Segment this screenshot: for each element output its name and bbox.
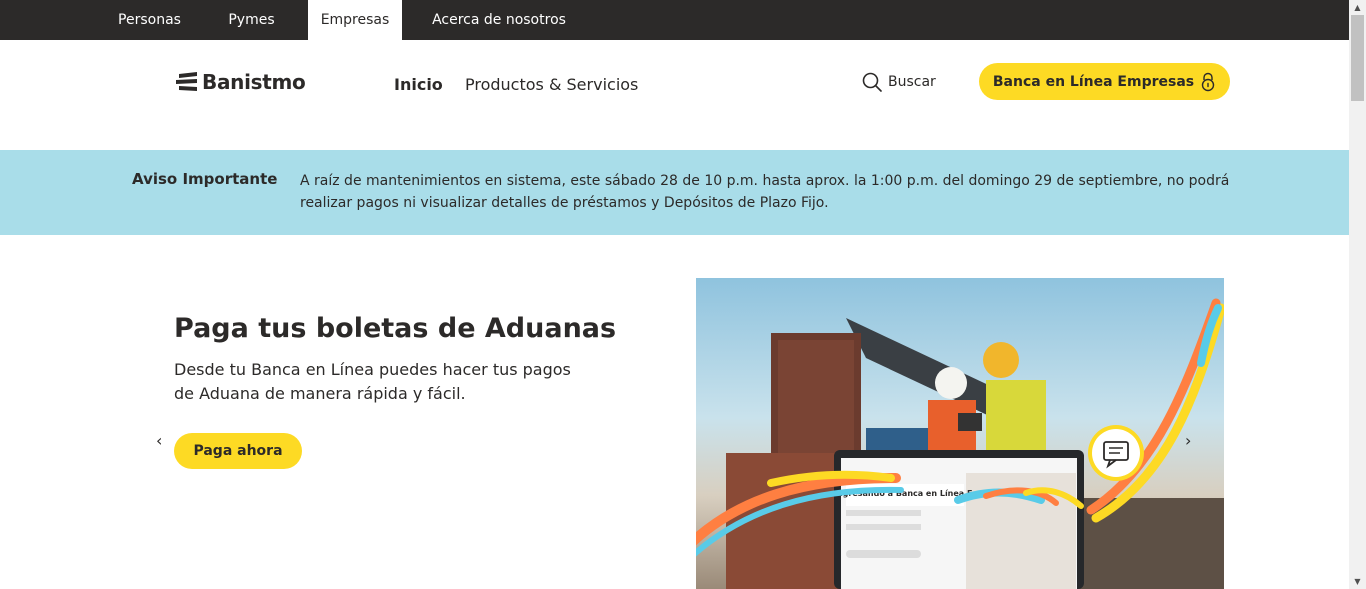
segment-empresas[interactable]: Empresas bbox=[308, 0, 402, 40]
lock-icon bbox=[1201, 72, 1215, 91]
banca-en-linea-empresas-button[interactable]: Banca en Línea Empresas bbox=[979, 63, 1230, 100]
important-notice-banner: Aviso Importante A raíz de mantenimiento… bbox=[0, 150, 1349, 235]
notice-text: A raíz de mantenimientos en sistema, est… bbox=[300, 173, 1230, 211]
segment-bar: Personas Pymes Empresas Acerca de nosotr… bbox=[0, 0, 1349, 40]
search-icon bbox=[862, 72, 882, 92]
scroll-down-icon[interactable]: ▼ bbox=[1349, 574, 1366, 589]
search-label: Buscar bbox=[888, 74, 936, 90]
logo-text: Banistmo bbox=[202, 70, 306, 94]
hero-illustration: Banistmo Ingresando a Banca en Línea Emp… bbox=[696, 298, 1224, 589]
segment-pymes[interactable]: Pymes bbox=[214, 0, 289, 40]
segment-acerca-de-nosotros[interactable]: Acerca de nosotros bbox=[421, 0, 577, 40]
page-scrollbar[interactable]: ▲ ▼ bbox=[1349, 0, 1366, 589]
banistmo-logo-mark-icon bbox=[176, 72, 197, 91]
banistmo-logo[interactable]: Banistmo bbox=[176, 70, 306, 94]
scroll-thumb[interactable] bbox=[1351, 15, 1364, 101]
hero-title: Paga tus boletas de Aduanas bbox=[174, 313, 617, 344]
hero-subtitle: Desde tu Banca en Línea puedes hacer tus… bbox=[174, 360, 571, 403]
paga-ahora-button[interactable]: Paga ahora bbox=[174, 433, 302, 469]
login-button-label: Banca en Línea Empresas bbox=[992, 73, 1195, 90]
search-button[interactable]: Buscar bbox=[862, 72, 936, 92]
segment-personas[interactable]: Personas bbox=[104, 0, 195, 40]
scroll-up-icon[interactable]: ▲ bbox=[1349, 0, 1366, 15]
main-header: Banistmo Inicio Productos & Servicios Bu… bbox=[0, 40, 1349, 150]
hero-image: Banistmo Ingresando a Banca en Línea Emp… bbox=[696, 278, 1224, 589]
carousel-prev-arrow[interactable]: ‹ bbox=[156, 431, 162, 450]
notice-title: Aviso Importante bbox=[132, 170, 278, 188]
nav-inicio[interactable]: Inicio bbox=[394, 75, 443, 94]
carousel-next-arrow[interactable]: › bbox=[1185, 431, 1191, 450]
nav-productos-servicios[interactable]: Productos & Servicios bbox=[465, 75, 638, 94]
